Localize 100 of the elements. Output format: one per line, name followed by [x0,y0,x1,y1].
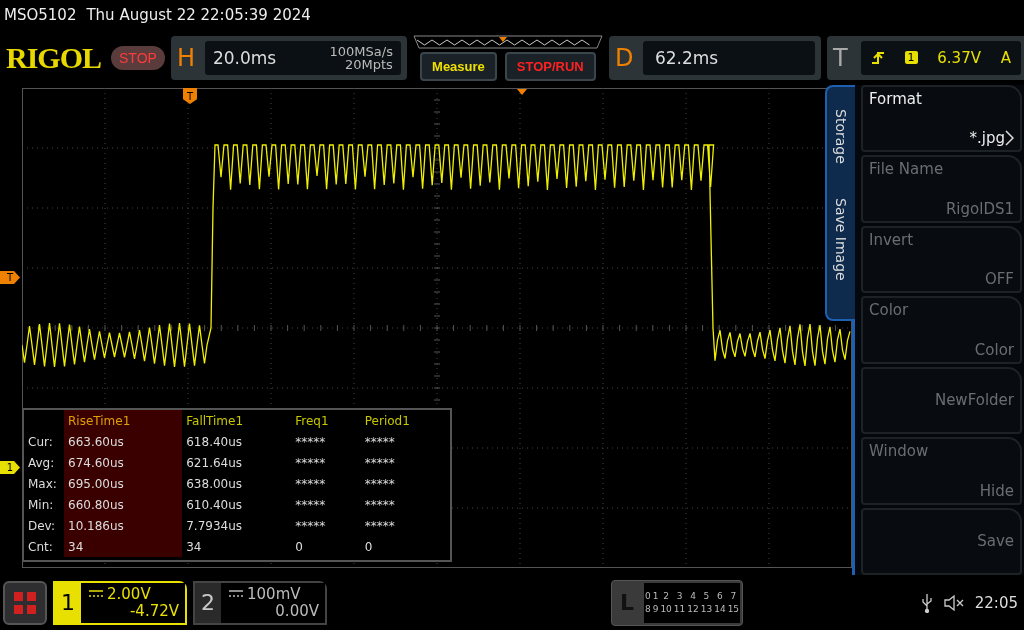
row-label: Cnt: [24,536,64,557]
logic-channel-number: 8 [644,604,651,614]
row-label: Cur: [24,431,64,452]
menu-tab[interactable]: Save Image [833,197,849,281]
channel-number: 1 [60,589,76,617]
table-cell: 618.40us [182,431,292,452]
column-header[interactable]: RiseTime1 [64,410,183,431]
logic-channel-number: 11 [673,604,686,614]
dc-coupling-icon [89,590,103,598]
channel-offset: -4.72V [129,602,179,620]
table-cell: 7.7934us [182,515,292,536]
logic-channel-number: 14 [714,604,726,614]
logic-channel-number: 5 [702,591,711,601]
trigger-mode: A [1000,48,1011,67]
softkey-label: Invert [869,230,914,249]
table-cell-text: ***** [294,517,327,535]
trigger-position-marker[interactable]: T [183,88,197,104]
softkey-value: Hide [979,481,1014,500]
date-time: Thu August 22 22:05:39 2024 [86,6,311,24]
logic-channel-number: 9 [652,604,659,614]
table-cell-text: ***** [294,433,327,451]
measure-button[interactable]: Measure [420,51,497,81]
delay-panel[interactable]: D 62.2ms [608,35,821,80]
softkey-label: Color [869,301,909,320]
run-state: STOP [111,45,165,70]
main-menu-button[interactable] [3,580,47,625]
logic-channel-number: 7 [729,591,738,601]
column-header[interactable]: FallTime1 [182,410,292,431]
table-cell: 10.186us [64,515,183,536]
grid-squares-icon [13,590,37,615]
logic-channel-number: 15 [727,604,740,614]
brand-logo: RIGOL [6,40,102,75]
logic-channel-number: 4 [689,591,697,601]
row-label: Dev: [24,515,64,536]
softkey-value: OFF [984,270,1014,289]
channel-scale: 100mV [247,585,301,603]
logic-channel-number: 1 [652,591,659,601]
softkey-value: *.jpg [969,129,1005,148]
softkey-value: Color [974,340,1014,359]
model-name: MSO5102 [4,6,77,24]
table-cell-text: ***** [363,454,396,472]
usb-icon [920,592,933,613]
row-label: Max: [24,473,64,494]
table-cell-text: 0 [363,538,374,556]
trigger-center-icon [517,89,527,95]
table-cell: 610.40us [182,494,292,515]
table-cell: 663.60us [64,431,183,452]
table-cell: 34 [182,536,292,557]
table-cell: 674.60us [64,452,183,473]
table-cell-text: ***** [363,496,396,514]
logic-channel-number: 0 [644,591,651,601]
softkey-label: Window [869,442,929,461]
table-cell-text: ***** [294,454,327,472]
channel-panel[interactable]: 2 100mV 0.00V [193,580,327,625]
trigger-panel[interactable]: T 1 6.37V A [826,35,1024,80]
speaker-muted-icon [942,593,965,612]
softkey-value: NewFolder [934,391,1014,410]
sample-rate: 100MSa/s [329,44,393,58]
trigger-level-marker[interactable]: T [0,271,20,284]
menu-tab[interactable]: Storage [833,109,849,164]
channel-offset-marker[interactable]: 1 [0,461,20,474]
horizontal-label: H [176,43,196,72]
trigger-level: 6.37V [937,48,981,67]
column-header[interactable]: Freq1 [291,410,361,431]
delay-value: 62.2ms [654,47,719,68]
table-cell: 34 [64,536,183,557]
channel-number: 2 [200,589,216,617]
logic-channel-number: 2 [662,591,670,601]
logic-channel-number: 12 [687,604,699,614]
logic-channel-number: 6 [716,591,724,601]
table-cell-text: ***** [294,496,327,514]
logic-channel-number: 10 [660,604,672,614]
memory-depth: 20Mpts [345,57,393,71]
trigger-source: 1 [904,51,918,64]
softkey-value: Save [977,532,1014,551]
table-cell-text: ***** [294,475,327,493]
horizontal-panel[interactable]: H 20.0ms 100MSa/s 20Mpts [170,35,407,80]
channel-scale: 2.00V [107,585,151,603]
stop-run-button[interactable]: STOP/RUN [504,51,596,81]
table-cell: 638.00us [182,473,292,494]
softkey-label: File Name [869,160,944,179]
table-cell-text: ***** [363,433,396,451]
table-cell: 660.80us [64,494,183,515]
table-cell: 621.64us [182,452,292,473]
softkey-value: RigolDS1 [945,199,1014,218]
table-cell-text: 0 [294,538,304,556]
channel-offset: 0.00V [275,602,319,620]
clock-time: 22:05 [974,593,1018,612]
dc-coupling-icon [229,590,243,598]
delay-label: D [614,43,635,72]
row-label: Avg: [24,452,64,473]
channel-panel[interactable]: 1 2.00V -4.72V [53,580,187,625]
menu-softkey[interactable]: Format *.jpg [861,85,1022,153]
column-header[interactable]: Period1 [360,410,450,431]
table-cell-text: ***** [363,475,396,493]
rising-edge-icon [870,50,885,65]
timebase-value: 20.0ms [212,47,277,68]
softkey-label: Format [869,90,922,108]
row-label: Min: [24,494,64,515]
logic-channel-number: 3 [675,591,684,601]
